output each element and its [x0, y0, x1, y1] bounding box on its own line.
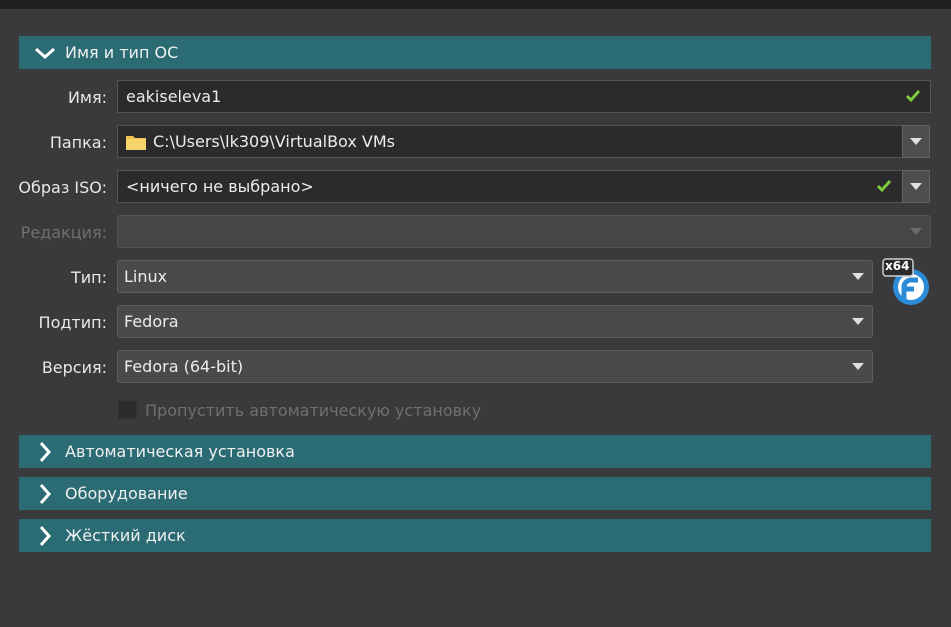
folder-dropdown-button[interactable] — [902, 125, 930, 158]
folder-label: Папка: — [49, 133, 107, 152]
name-value: eakiseleva1 — [126, 87, 222, 106]
valid-check-icon — [905, 90, 921, 103]
section-title: Жёсткий диск — [65, 526, 186, 545]
subtype-value: Fedora — [124, 312, 179, 331]
dropdown-arrow-icon — [910, 183, 922, 190]
section-title: Имя и тип ОС — [65, 43, 179, 62]
version-select[interactable]: Fedora (64-bit) — [117, 350, 873, 383]
dropdown-arrow-icon — [910, 138, 922, 145]
section-hardware-header[interactable]: Оборудование — [19, 477, 931, 510]
name-label: Имя: — [67, 88, 107, 107]
type-value: Linux — [124, 267, 168, 286]
name-field[interactable]: eakiseleva1 — [117, 80, 931, 113]
dropdown-arrow-icon — [844, 318, 872, 325]
folder-icon — [125, 133, 147, 151]
section-auto-install-header[interactable]: Автоматическая установка — [19, 435, 931, 468]
iso-dropdown-button[interactable] — [902, 170, 930, 203]
folder-field[interactable]: C:\Users\lk309\VirtualBox VMs — [117, 125, 903, 158]
arch-badge: x64 — [885, 259, 910, 273]
section-title: Оборудование — [65, 484, 188, 503]
edition-label: Редакция: — [20, 223, 107, 242]
chevron-right-icon — [33, 482, 57, 506]
subtype-label: Подтип: — [38, 313, 107, 332]
valid-check-icon — [876, 180, 892, 193]
iso-field[interactable]: <ничего не выбрано> — [117, 170, 903, 203]
folder-value: C:\Users\lk309\VirtualBox VMs — [153, 132, 395, 151]
chevron-right-icon — [33, 524, 57, 548]
dropdown-arrow-icon — [902, 228, 930, 235]
section-name-os-header[interactable]: Имя и тип ОС — [19, 36, 931, 69]
subtype-select[interactable]: Fedora — [117, 305, 873, 338]
iso-value: <ничего не выбрано> — [126, 177, 314, 196]
type-select[interactable]: Linux — [117, 260, 873, 293]
version-label: Версия: — [41, 358, 107, 377]
fedora-icon: x64 — [882, 258, 932, 306]
skip-unattended-checkbox[interactable] — [118, 400, 137, 419]
chevron-right-icon — [33, 440, 57, 464]
window-top-bar — [0, 0, 951, 9]
dropdown-arrow-icon — [844, 363, 872, 370]
chevron-down-icon — [33, 41, 57, 65]
section-title: Автоматическая установка — [65, 442, 295, 461]
type-label: Тип: — [70, 268, 107, 287]
skip-unattended-label: Пропустить автоматическую установку — [145, 401, 482, 420]
edition-select[interactable] — [117, 215, 931, 248]
iso-label: Образ ISO: — [18, 178, 107, 197]
dropdown-arrow-icon — [844, 273, 872, 280]
section-hard-disk-header[interactable]: Жёсткий диск — [19, 519, 931, 552]
version-value: Fedora (64-bit) — [124, 357, 244, 376]
